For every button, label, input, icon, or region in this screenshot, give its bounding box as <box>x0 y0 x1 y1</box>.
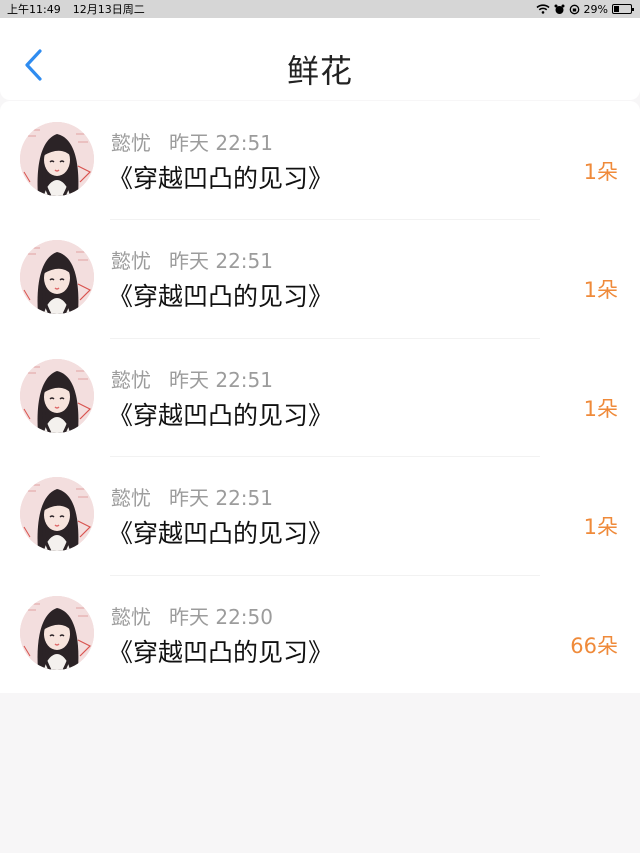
user-name[interactable]: 懿忧 <box>111 127 151 156</box>
avatar[interactable] <box>20 240 94 315</box>
user-name[interactable]: 懿忧 <box>111 245 151 274</box>
item-meta: 懿忧 昨天 22:51 <box>111 482 273 511</box>
avatar[interactable] <box>20 122 94 196</box>
item-meta: 懿忧 昨天 22:51 <box>111 364 273 393</box>
status-date: 12月13日周二 <box>72 3 145 16</box>
nav-bar: 鲜花 <box>0 18 640 100</box>
status-bar: 上午11:49 12月13日周二 29% <box>0 0 640 18</box>
list-item[interactable]: 懿忧 昨天 22:50 《穿越凹凸的见习》 66朵 <box>0 574 640 693</box>
flower-count: 1朵 <box>583 160 618 184</box>
item-meta: 懿忧 昨天 22:51 <box>111 127 273 156</box>
alarm-icon <box>554 4 565 14</box>
item-time: 昨天 22:51 <box>169 486 273 511</box>
item-meta: 懿忧 昨天 22:50 <box>111 601 273 630</box>
wifi-icon <box>536 4 550 14</box>
book-title[interactable]: 《穿越凹凸的见习》 <box>108 633 333 669</box>
page-title: 鲜花 <box>286 52 353 90</box>
status-right: 29% <box>536 2 634 16</box>
list-item[interactable]: 懿忧 昨天 22:51 《穿越凹凸的见习》 1朵 <box>0 219 640 337</box>
book-title[interactable]: 《穿越凹凸的见习》 <box>108 514 333 550</box>
status-left: 上午11:49 12月13日周二 <box>7 1 145 17</box>
book-title[interactable]: 《穿越凹凸的见习》 <box>108 159 333 195</box>
book-title[interactable]: 《穿越凹凸的见习》 <box>108 277 333 313</box>
flower-list: 懿忧 昨天 22:51 《穿越凹凸的见习》 1朵 懿忧 昨天 22:51 《穿越… <box>0 101 640 693</box>
user-name[interactable]: 懿忧 <box>111 601 151 630</box>
flower-count: 1朵 <box>583 278 618 303</box>
item-time: 昨天 22:51 <box>169 367 273 392</box>
flower-count: 1朵 <box>583 396 618 421</box>
avatar[interactable] <box>20 358 94 433</box>
list-item[interactable]: 懿忧 昨天 22:51 《穿越凹凸的见习》 1朵 <box>0 456 640 574</box>
battery-icon <box>612 4 634 14</box>
avatar[interactable] <box>20 595 94 670</box>
user-name[interactable]: 懿忧 <box>111 482 151 511</box>
status-time: 上午11:49 <box>7 3 61 16</box>
list-item[interactable]: 懿忧 昨天 22:51 《穿越凹凸的见习》 1朵 <box>0 101 640 219</box>
flower-count: 66朵 <box>570 633 618 658</box>
book-title[interactable]: 《穿越凹凸的见习》 <box>108 396 333 432</box>
item-meta: 懿忧 昨天 22:51 <box>111 245 273 274</box>
avatar[interactable] <box>20 477 94 552</box>
item-time: 昨天 22:50 <box>169 604 273 629</box>
orientation-lock-icon <box>569 4 579 14</box>
list-item[interactable]: 懿忧 昨天 22:51 《穿越凹凸的见习》 1朵 <box>0 337 640 456</box>
user-name[interactable]: 懿忧 <box>111 364 151 393</box>
item-time: 昨天 22:51 <box>169 131 273 155</box>
flower-count: 1朵 <box>583 515 618 540</box>
battery-percent: 29% <box>583 2 608 16</box>
battery-fill <box>614 6 619 12</box>
item-time: 昨天 22:51 <box>169 249 273 274</box>
